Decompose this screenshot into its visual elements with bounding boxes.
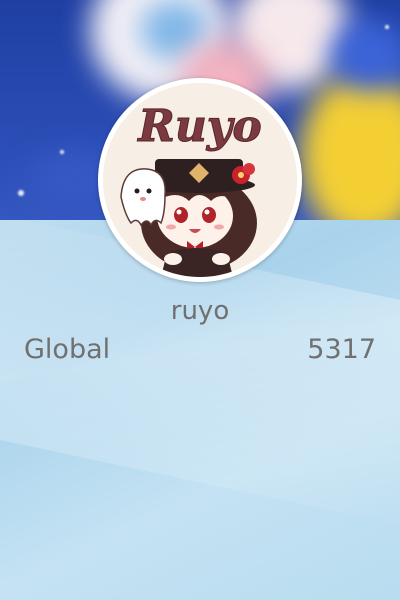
profile-card: Ruyo ruyo Global 5317 [0,0,400,600]
rank-value: 5317 [307,334,376,365]
username: ruyo [170,296,230,326]
profile-avatar[interactable]: Ruyo [98,78,302,282]
avatar-image: Ruyo [103,83,297,277]
avatar-logo-text: Ruyo [136,101,261,152]
rank-label: Global [24,334,111,365]
